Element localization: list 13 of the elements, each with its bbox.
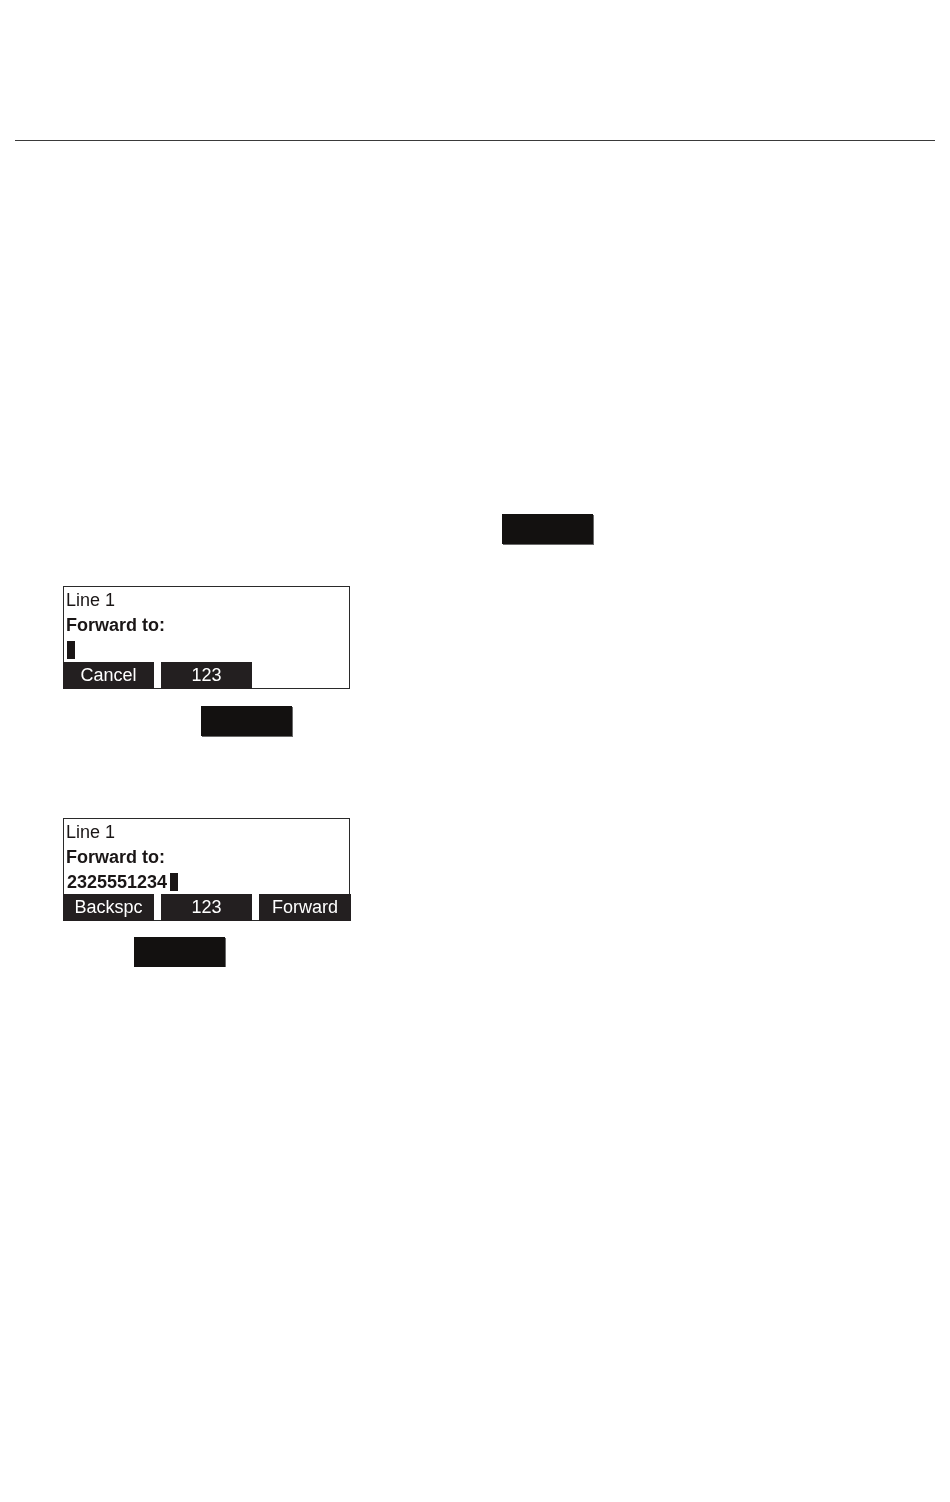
blank-key-icon <box>201 706 292 736</box>
line-label: Line 1 <box>66 821 116 842</box>
prompt-label: Forward to: <box>66 614 165 635</box>
softkey-button[interactable]: Backspc <box>63 894 154 921</box>
softkey-button[interactable]: 123 <box>161 662 252 689</box>
prompt-label: Forward to: <box>66 846 165 867</box>
blank-key-icon <box>502 514 593 544</box>
softkey-button[interactable]: 123 <box>161 894 252 921</box>
softkey-button[interactable]: Forward <box>259 894 351 921</box>
softkey-button[interactable]: Cancel <box>63 662 154 689</box>
line-label: Line 1 <box>66 589 116 610</box>
number-field[interactable]: 2325551234 <box>66 869 349 894</box>
blank-key-icon <box>134 937 225 967</box>
